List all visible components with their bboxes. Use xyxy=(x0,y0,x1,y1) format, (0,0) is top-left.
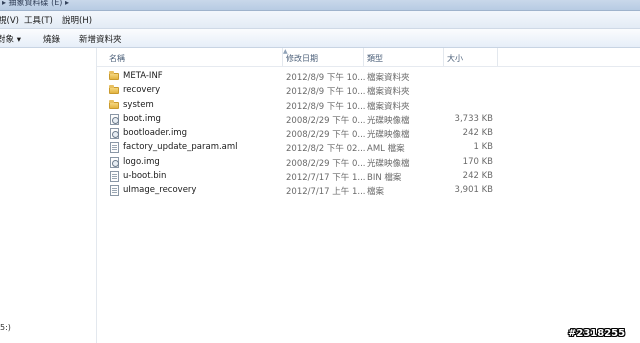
file-name: bootloader.img xyxy=(123,128,187,139)
file-date: 2012/7/17 上午 1... xyxy=(286,187,366,198)
file-name: uImage_recovery xyxy=(123,185,197,196)
column-divider[interactable] xyxy=(443,48,444,66)
watermark-text: #2318255 xyxy=(568,328,626,339)
column-divider[interactable] xyxy=(363,48,364,66)
file-type: BIN 檔案 xyxy=(367,173,402,184)
disc-image-icon xyxy=(110,156,119,168)
folder-icon xyxy=(109,85,119,95)
toolbar-new-folder-button[interactable]: 新增資料夾 xyxy=(79,33,122,45)
file-type: 檔案 xyxy=(367,187,385,198)
column-header-type[interactable]: 類型 xyxy=(367,53,383,64)
column-header-size[interactable]: 大小 xyxy=(447,53,463,64)
file-list: META-INF 2012/8/9 下午 10... 檔案資料夾 recover… xyxy=(97,69,517,198)
file-name: logo.img xyxy=(123,156,160,167)
file-date: 2012/8/9 下午 10... xyxy=(286,101,366,112)
file-type: 檔案資料夾 xyxy=(367,73,410,83)
file-row[interactable]: uImage_recovery 2012/7/17 上午 1... 檔案 3,9… xyxy=(97,183,517,197)
file-date: 2008/2/29 下午 0... xyxy=(286,130,366,141)
folder-icon xyxy=(109,99,119,110)
file-name: boot.img xyxy=(123,113,161,124)
file-size: 3,733 KB xyxy=(454,113,493,124)
nav-drive-item[interactable]: 5:) xyxy=(0,323,11,332)
file-row[interactable]: boot.img 2008/2/29 下午 0... 光碟映像檔 3,733 K… xyxy=(97,112,517,126)
column-header-name[interactable]: 名稱 xyxy=(109,53,125,64)
file-name: u-boot.bin xyxy=(123,171,167,182)
file-date: 2012/8/2 下午 02... xyxy=(286,144,366,155)
disc-image-icon xyxy=(110,128,119,140)
file-name: recovery xyxy=(123,85,161,96)
file-size: 3,901 KB xyxy=(454,185,493,196)
toolbar-object-button[interactable]: 對象 ▾ xyxy=(0,33,21,45)
menu-tools[interactable]: 工具(T) xyxy=(24,14,53,26)
menu-bar: 視(V) 工具(T) 說明(H) xyxy=(0,11,640,29)
file-type: 光碟映像檔 xyxy=(367,158,410,169)
navigation-pane[interactable]: 5:) xyxy=(0,48,97,343)
file-date: 2012/8/9 下午 10... xyxy=(286,87,366,98)
file-row[interactable]: u-boot.bin 2012/7/17 下午 1... BIN 檔案 242 … xyxy=(97,169,517,183)
toolbar: 對象 ▾ 燒錄 新增資料夾 xyxy=(0,29,640,48)
file-icon xyxy=(110,185,119,197)
file-name: system xyxy=(123,99,154,110)
file-date: 2012/7/17 下午 1... xyxy=(286,173,366,184)
file-row[interactable]: bootloader.img 2008/2/29 下午 0... 光碟映像檔 2… xyxy=(97,126,517,140)
file-size: 242 KB xyxy=(462,171,493,182)
window-title: ▸ 抽象資料碟 (E) ▸ xyxy=(2,0,69,7)
file-row[interactable]: META-INF 2012/8/9 下午 10... 檔案資料夾 xyxy=(97,69,517,83)
folder-icon xyxy=(109,71,119,81)
toolbar-burn-button[interactable]: 燒錄 xyxy=(43,33,60,45)
file-type: 檔案資料夾 xyxy=(367,87,410,98)
file-icon xyxy=(110,142,119,154)
file-size: 170 KB xyxy=(462,156,493,167)
column-divider[interactable] xyxy=(282,48,283,66)
file-icon xyxy=(110,171,119,183)
file-type: 光碟映像檔 xyxy=(367,130,410,141)
file-name: factory_update_param.aml xyxy=(123,142,238,153)
menu-help[interactable]: 說明(H) xyxy=(62,14,92,26)
file-row[interactable]: system 2012/8/9 下午 10... 檔案資料夾 xyxy=(97,98,517,112)
file-row[interactable]: recovery 2012/8/9 下午 10... 檔案資料夾 xyxy=(97,83,517,97)
file-date: 2012/8/9 下午 10... xyxy=(286,73,366,83)
column-header-row: ▲ 名稱 修改日期 類型 大小 xyxy=(97,48,640,67)
file-date: 2008/2/29 下午 0... xyxy=(286,115,366,126)
column-divider[interactable] xyxy=(497,48,498,66)
title-bar: ▸ 抽象資料碟 (E) ▸ xyxy=(0,0,640,11)
file-type: 光碟映像檔 xyxy=(367,115,410,126)
column-header-date[interactable]: 修改日期 xyxy=(286,53,318,64)
file-date: 2008/2/29 下午 0... xyxy=(286,158,366,169)
file-size: 1 KB xyxy=(473,142,493,153)
menu-view[interactable]: 視(V) xyxy=(0,14,19,26)
file-name: META-INF xyxy=(123,71,163,81)
file-size: 242 KB xyxy=(462,128,493,139)
file-type: 檔案資料夾 xyxy=(367,101,410,112)
disc-image-icon xyxy=(110,113,119,125)
file-row[interactable]: logo.img 2008/2/29 下午 0... 光碟映像檔 170 KB xyxy=(97,155,517,169)
file-row[interactable]: factory_update_param.aml 2012/8/2 下午 02.… xyxy=(97,140,517,154)
file-type: AML 檔案 xyxy=(367,144,405,155)
